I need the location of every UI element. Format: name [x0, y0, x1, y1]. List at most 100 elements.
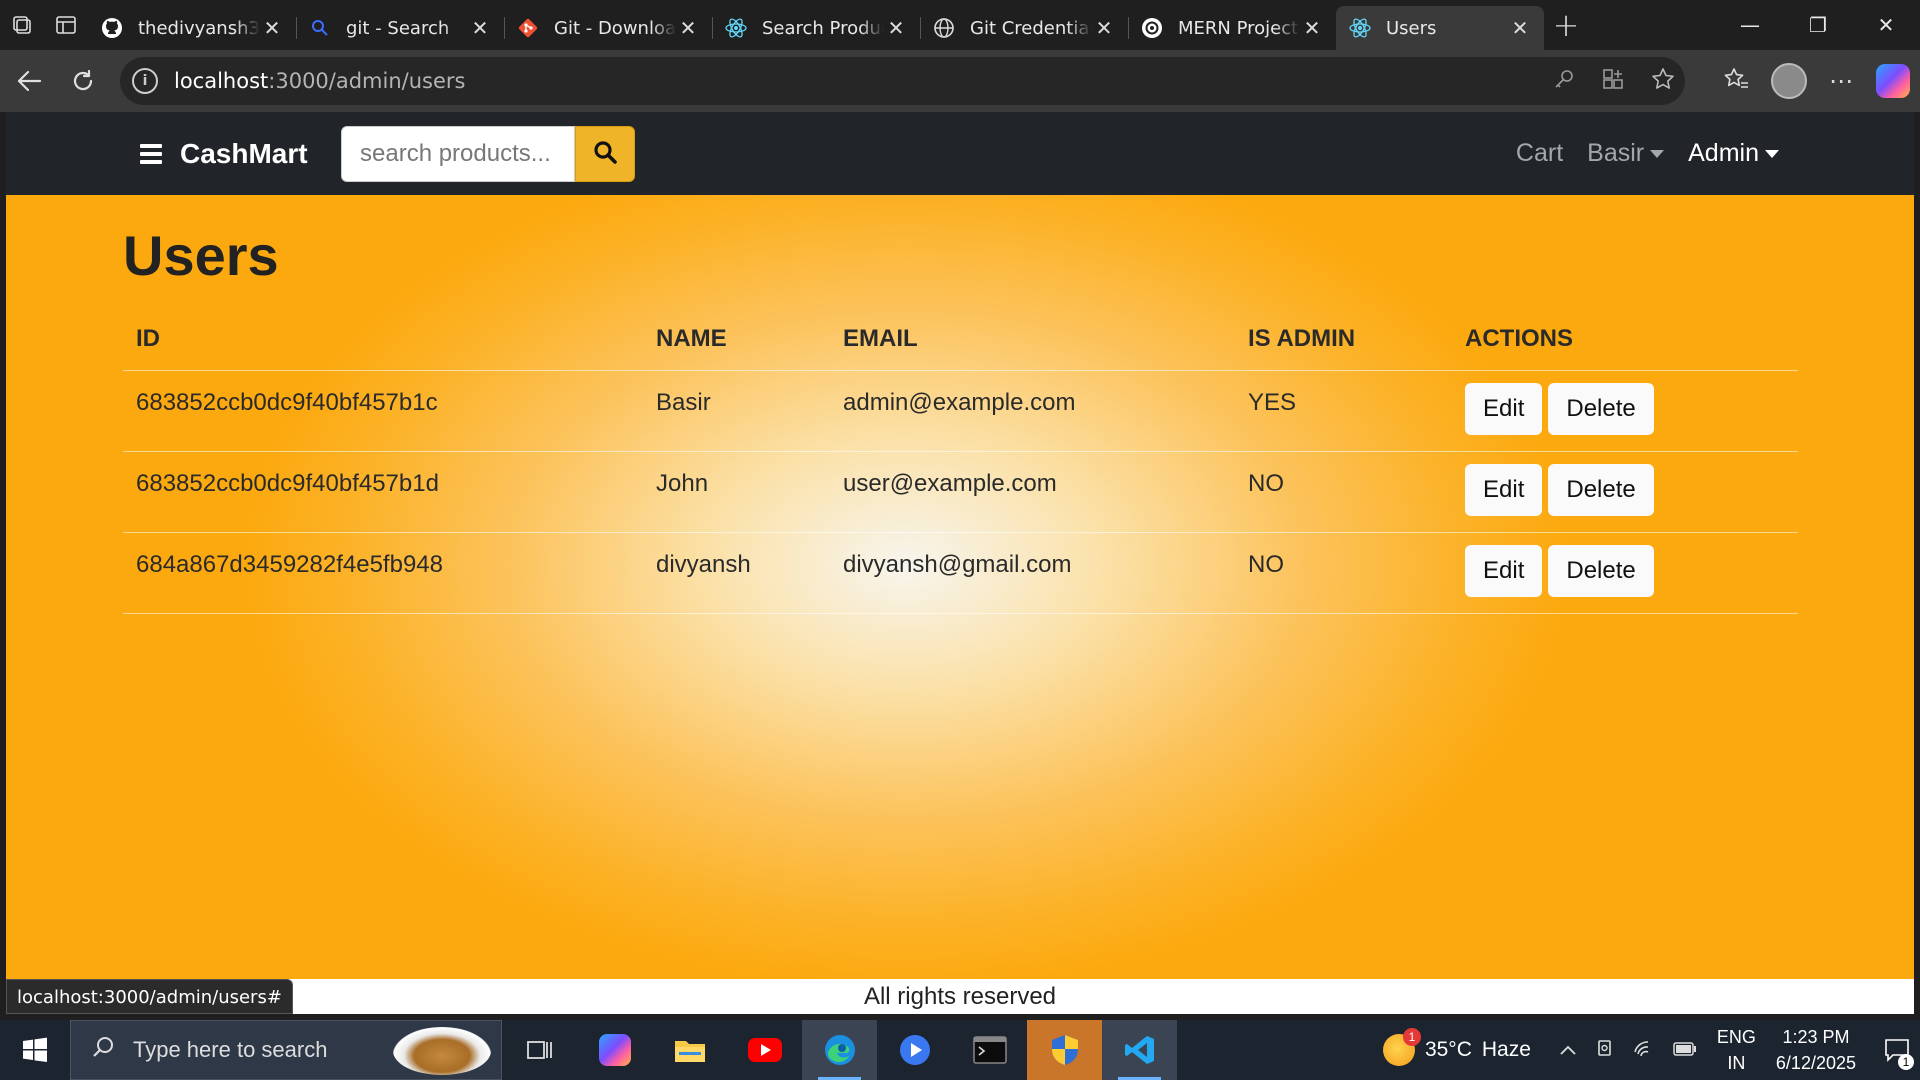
favorite-star-icon[interactable] [1651, 67, 1675, 95]
task-view-icon[interactable] [502, 1020, 577, 1080]
wifi-icon[interactable] [1633, 1038, 1655, 1063]
tab-title: git - Search [346, 17, 450, 39]
brand-link[interactable]: CashMart [140, 112, 308, 195]
terminal-icon[interactable] [952, 1020, 1027, 1080]
tab-title: Search Products [762, 17, 884, 39]
caret-down-icon [1650, 149, 1665, 158]
taskbar-search[interactable]: Type here to search [70, 1020, 502, 1080]
edit-button[interactable]: Edit [1465, 544, 1543, 597]
browser-tab[interactable]: Git Credential ✕ [920, 7, 1128, 49]
media-player-icon[interactable] [877, 1020, 952, 1080]
weather-sun-icon: 1 [1382, 1028, 1421, 1066]
taskbar-search-placeholder: Type here to search [133, 1037, 328, 1062]
table-row: 684a867d3459282f4e5fb948 divyansh divyan… [123, 532, 1798, 614]
close-icon[interactable]: ✕ [676, 16, 700, 40]
tab-actions-icon[interactable] [44, 0, 88, 50]
user-id: 684a867d3459282f4e5fb948 [123, 532, 643, 614]
search-icon [308, 16, 332, 40]
user-email: divyansh@gmail.com [830, 532, 1235, 614]
tab-strip: thedivyansh31 ✕ git - Search ✕ Git - Dow… [0, 0, 1920, 50]
tab-title: Users [1386, 17, 1437, 39]
new-tab-button[interactable]: + [1544, 3, 1588, 47]
window-controls: — ❐ ✕ [1716, 0, 1920, 50]
device-icon[interactable] [1595, 1038, 1615, 1063]
edit-button[interactable]: Edit [1465, 463, 1543, 516]
profile-avatar[interactable] [1771, 63, 1807, 99]
browser-tab[interactable]: MERN Project ✕ [1128, 7, 1336, 49]
user-name: divyansh [643, 532, 830, 614]
close-window-icon[interactable]: ✕ [1852, 0, 1920, 50]
clock[interactable]: 1:23 PM 6/12/2025 [1776, 1024, 1856, 1076]
start-button[interactable] [0, 1020, 70, 1080]
browser-toolbar: i localhost:3000/admin/users ⋯ [0, 50, 1920, 112]
favorites-icon[interactable] [1723, 67, 1749, 95]
url-path: :3000/admin/users [268, 69, 466, 93]
back-button[interactable] [2, 54, 56, 108]
users-table: ID NAME EMAIL IS ADMIN ACTIONS 683852ccb… [123, 308, 1798, 614]
browser-tab-active[interactable]: Users ✕ [1336, 6, 1544, 50]
edge-icon[interactable] [802, 1020, 877, 1080]
search-highlight-image [393, 1027, 491, 1075]
apps-icon[interactable] [1601, 67, 1625, 95]
notifications-button[interactable]: 1 [1874, 1020, 1920, 1080]
github-icon [100, 16, 124, 40]
system-tray: 1 35°C Haze ENG IN 1:23 PM 6/12/2025 1 [1382, 1020, 1920, 1080]
user-name: Basir [643, 370, 830, 452]
admin-dropdown[interactable]: Admin [1688, 139, 1779, 168]
browser-tab[interactable]: git - Search ✕ [296, 7, 504, 49]
browser-tab[interactable]: thedivyansh31 ✕ [88, 7, 296, 49]
close-icon[interactable]: ✕ [260, 16, 284, 40]
region-code: IN [1727, 1053, 1746, 1073]
table-row: 683852ccb0dc9f40bf457b1d John user@examp… [123, 451, 1798, 533]
edit-button[interactable]: Edit [1465, 382, 1543, 435]
weather-widget[interactable]: 1 35°C Haze [1382, 1028, 1531, 1066]
weather-temp: 35°C [1424, 1038, 1472, 1061]
caret-down-icon [1765, 149, 1779, 158]
product-search: search products... [341, 126, 635, 182]
app-navbar: CashMart search products... Cart Basir A… [6, 112, 1914, 195]
workspaces-icon[interactable] [0, 0, 44, 50]
file-explorer-icon[interactable] [652, 1020, 727, 1080]
refresh-button[interactable] [56, 54, 110, 108]
address-url[interactable]: localhost:3000/admin/users [174, 69, 465, 93]
browser-tab[interactable]: Search Products ✕ [712, 7, 920, 49]
react-icon [724, 16, 748, 40]
language-indicator[interactable]: ENG IN [1717, 1024, 1756, 1076]
weather-badge: 1 [1402, 1028, 1421, 1046]
minimize-icon[interactable]: — [1716, 0, 1784, 50]
copilot-app-icon[interactable] [577, 1020, 652, 1080]
close-icon[interactable]: ✕ [1092, 16, 1116, 40]
copilot-icon[interactable] [1876, 64, 1910, 98]
security-shield-icon[interactable] [1027, 1020, 1102, 1080]
battery-icon[interactable] [1673, 1040, 1697, 1061]
close-icon[interactable]: ✕ [1508, 16, 1532, 40]
user-is-admin: NO [1235, 451, 1452, 533]
vscode-icon[interactable] [1102, 1020, 1177, 1080]
tab-title: Git - Downloads [554, 17, 676, 39]
brand-name: CashMart [180, 137, 308, 169]
search-input[interactable]: search products... [341, 126, 575, 182]
close-icon[interactable]: ✕ [1300, 16, 1324, 40]
delete-button[interactable]: Delete [1548, 463, 1654, 516]
cart-link[interactable]: Cart [1516, 139, 1563, 168]
close-icon[interactable]: ✕ [884, 16, 908, 40]
more-options-icon[interactable]: ⋯ [1829, 67, 1854, 95]
address-bar[interactable]: i localhost:3000/admin/users [120, 57, 1685, 105]
site-info-icon[interactable]: i [132, 68, 158, 94]
delete-button[interactable]: Delete [1548, 544, 1654, 597]
user-dropdown[interactable]: Basir [1587, 139, 1665, 168]
restore-icon[interactable]: ❐ [1784, 0, 1852, 50]
search-button[interactable] [575, 126, 635, 182]
browser-tab[interactable]: Git - Downloads ✕ [504, 7, 712, 49]
hamburger-menu-icon[interactable] [140, 143, 162, 164]
key-icon[interactable] [1553, 68, 1575, 94]
youtube-icon[interactable] [727, 1020, 802, 1080]
user-email: user@example.com [830, 451, 1235, 533]
column-header-id: ID [123, 308, 643, 371]
delete-button[interactable]: Delete [1548, 382, 1654, 435]
user-is-admin: YES [1235, 370, 1452, 452]
clock-time: 1:23 PM [1782, 1027, 1850, 1047]
chevron-up-icon[interactable] [1559, 1040, 1577, 1061]
page-title: Users [123, 224, 279, 287]
close-icon[interactable]: ✕ [468, 16, 492, 40]
